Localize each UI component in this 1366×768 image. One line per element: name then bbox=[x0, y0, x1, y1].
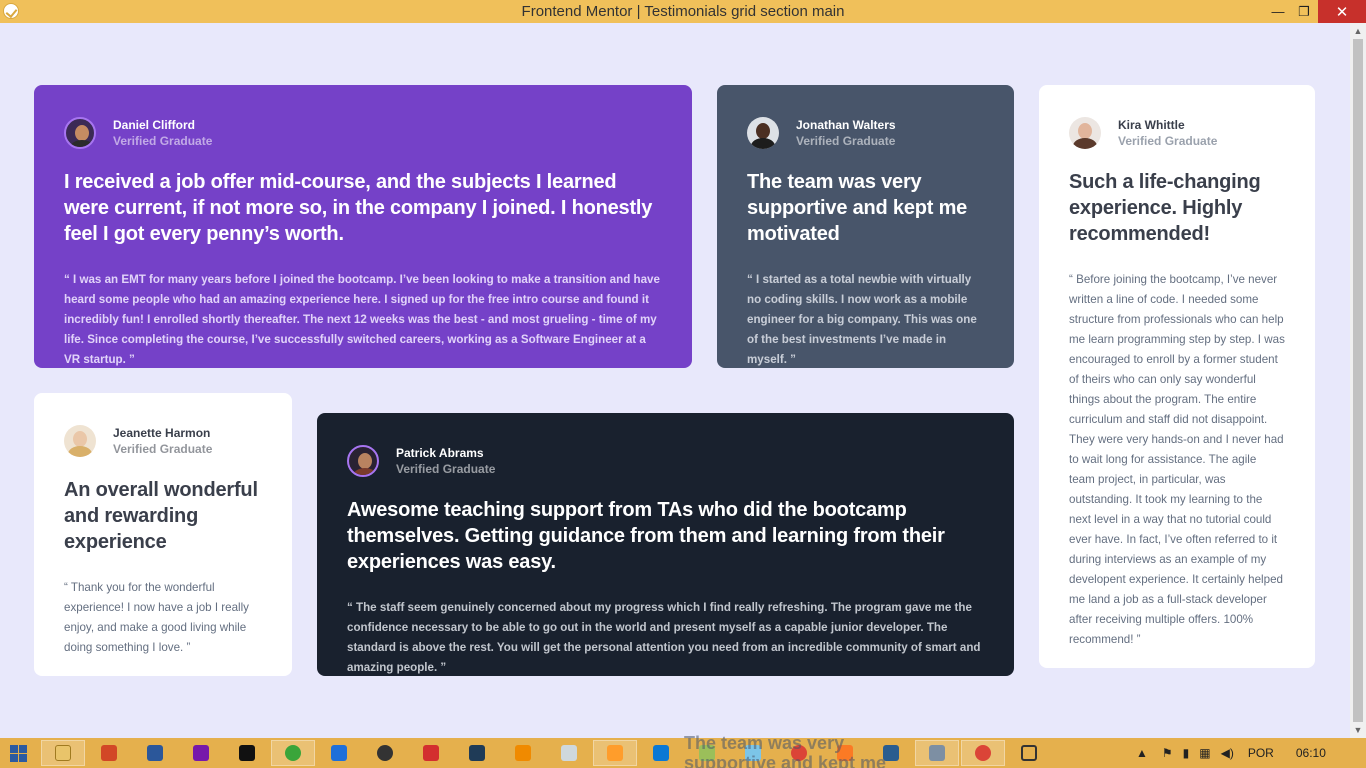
system-tray: ▲ ⚑ ▮ ▦ ◀) POR 06:10 bbox=[1136, 738, 1326, 768]
maximize-button[interactable]: ❐ bbox=[1291, 0, 1317, 23]
avatar-jonathan bbox=[747, 117, 779, 149]
testimonial-card-daniel: Daniel Clifford Verified Graduate I rece… bbox=[34, 85, 692, 368]
author-name: Kira Whittle bbox=[1118, 118, 1185, 132]
onenote-icon[interactable] bbox=[179, 740, 223, 766]
author-role: Verified Graduate bbox=[796, 134, 896, 148]
avatar-patrick bbox=[347, 445, 379, 477]
testimonial-headline: Such a life-changing experience. Highly … bbox=[1069, 171, 1261, 245]
app-icon[interactable] bbox=[869, 740, 913, 766]
card-header: Kira Whittle Verified Graduate bbox=[1069, 117, 1285, 149]
app-icon[interactable] bbox=[915, 740, 959, 766]
testimonial-card-jonathan: Jonathan Walters Verified Graduate The t… bbox=[717, 85, 1014, 368]
card-header: Jeanette Harmon Verified Graduate bbox=[64, 425, 262, 457]
chrome-icon[interactable] bbox=[961, 740, 1005, 766]
volume-icon[interactable]: ◀) bbox=[1221, 746, 1234, 760]
red-app-icon[interactable] bbox=[409, 740, 453, 766]
testimonial-quote: “ Before joining the bootcamp, I’ve neve… bbox=[1069, 273, 1285, 646]
file-explorer-icon[interactable] bbox=[41, 740, 85, 766]
triangle-app-icon[interactable] bbox=[363, 740, 407, 766]
testimonial-headline: I received a job offer mid-course, and t… bbox=[64, 171, 653, 245]
v-app-icon[interactable] bbox=[317, 740, 361, 766]
scroll-down-arrow-icon[interactable]: ▼ bbox=[1350, 722, 1366, 738]
snipping-tool-icon[interactable] bbox=[1007, 740, 1051, 766]
card-header: Daniel Clifford Verified Graduate bbox=[64, 117, 662, 149]
vscode-icon[interactable] bbox=[639, 740, 683, 766]
author-name: Jeanette Harmon bbox=[113, 426, 211, 440]
paint-icon[interactable] bbox=[731, 740, 775, 766]
calculator-icon[interactable] bbox=[547, 740, 591, 766]
app-icon[interactable] bbox=[685, 740, 729, 766]
scroll-up-arrow-icon[interactable]: ▲ bbox=[1350, 23, 1366, 39]
card-header: Jonathan Walters Verified Graduate bbox=[747, 117, 984, 149]
testimonial-headline: The team was very supportive and kept me… bbox=[747, 171, 968, 245]
testimonial-quote: “ The staff seem genuinely concerned abo… bbox=[347, 601, 981, 674]
testimonial-quote: “ I started as a total newbie with virtu… bbox=[747, 273, 977, 366]
chrome-icon[interactable] bbox=[777, 740, 821, 766]
browser-app-icon[interactable] bbox=[271, 740, 315, 766]
testimonial-quote: “ I was an EMT for many years before I j… bbox=[64, 273, 660, 366]
scroll-thumb[interactable] bbox=[1353, 39, 1363, 722]
action-center-icon[interactable]: ⚑ bbox=[1162, 746, 1173, 760]
testimonial-card-patrick: Patrick Abrams Verified Graduate Awesome… bbox=[317, 413, 1014, 676]
author-name: Daniel Clifford bbox=[113, 118, 196, 132]
testimonial-headline: An overall wonderful and rewarding exper… bbox=[64, 479, 258, 553]
window-title: Frontend Mentor | Testimonials grid sect… bbox=[521, 3, 845, 20]
author-role: Verified Graduate bbox=[113, 134, 213, 148]
testimonial-quote: “ Thank you for the wonderful experience… bbox=[64, 581, 249, 654]
minimize-button[interactable]: — bbox=[1265, 0, 1291, 23]
author-name: Patrick Abrams bbox=[396, 446, 484, 460]
terminal-app-icon[interactable] bbox=[455, 740, 499, 766]
author-role: Verified Graduate bbox=[396, 462, 496, 476]
avatar-daniel bbox=[64, 117, 96, 149]
author-role: Verified Graduate bbox=[113, 442, 213, 456]
avatar-jeanette bbox=[64, 425, 96, 457]
vlc-icon[interactable] bbox=[501, 740, 545, 766]
word-icon[interactable] bbox=[133, 740, 177, 766]
language-indicator[interactable]: POR bbox=[1248, 746, 1274, 760]
powerpoint-icon[interactable] bbox=[87, 740, 131, 766]
media-player-icon[interactable] bbox=[593, 740, 637, 766]
window-titlebar: Frontend Mentor | Testimonials grid sect… bbox=[0, 0, 1366, 23]
author-role: Verified Graduate bbox=[1118, 134, 1218, 148]
testimonial-headline: Awesome teaching support from TAs who di… bbox=[347, 499, 945, 573]
windows-start-icon[interactable] bbox=[10, 745, 27, 762]
close-button[interactable]: ✕ bbox=[1318, 0, 1366, 23]
network-icon[interactable]: ▦ bbox=[1199, 746, 1210, 760]
author-name: Jonathan Walters bbox=[796, 118, 896, 132]
vertical-scrollbar[interactable]: ▲ ▼ bbox=[1350, 23, 1366, 738]
show-hidden-icons-icon[interactable]: ▲ bbox=[1136, 746, 1148, 760]
pycharm-icon[interactable] bbox=[225, 740, 269, 766]
testimonial-card-kira: Kira Whittle Verified Graduate Such a li… bbox=[1039, 85, 1315, 668]
taskbar: ▲ ⚑ ▮ ▦ ◀) POR 06:10 bbox=[0, 738, 1366, 768]
testimonial-card-jeanette: Jeanette Harmon Verified Graduate An ove… bbox=[34, 393, 292, 676]
card-header: Patrick Abrams Verified Graduate bbox=[347, 445, 984, 477]
clock[interactable]: 06:10 bbox=[1296, 746, 1326, 760]
battery-icon[interactable]: ▮ bbox=[1183, 746, 1190, 760]
avatar-kira bbox=[1069, 117, 1101, 149]
xampp-icon[interactable] bbox=[823, 740, 867, 766]
